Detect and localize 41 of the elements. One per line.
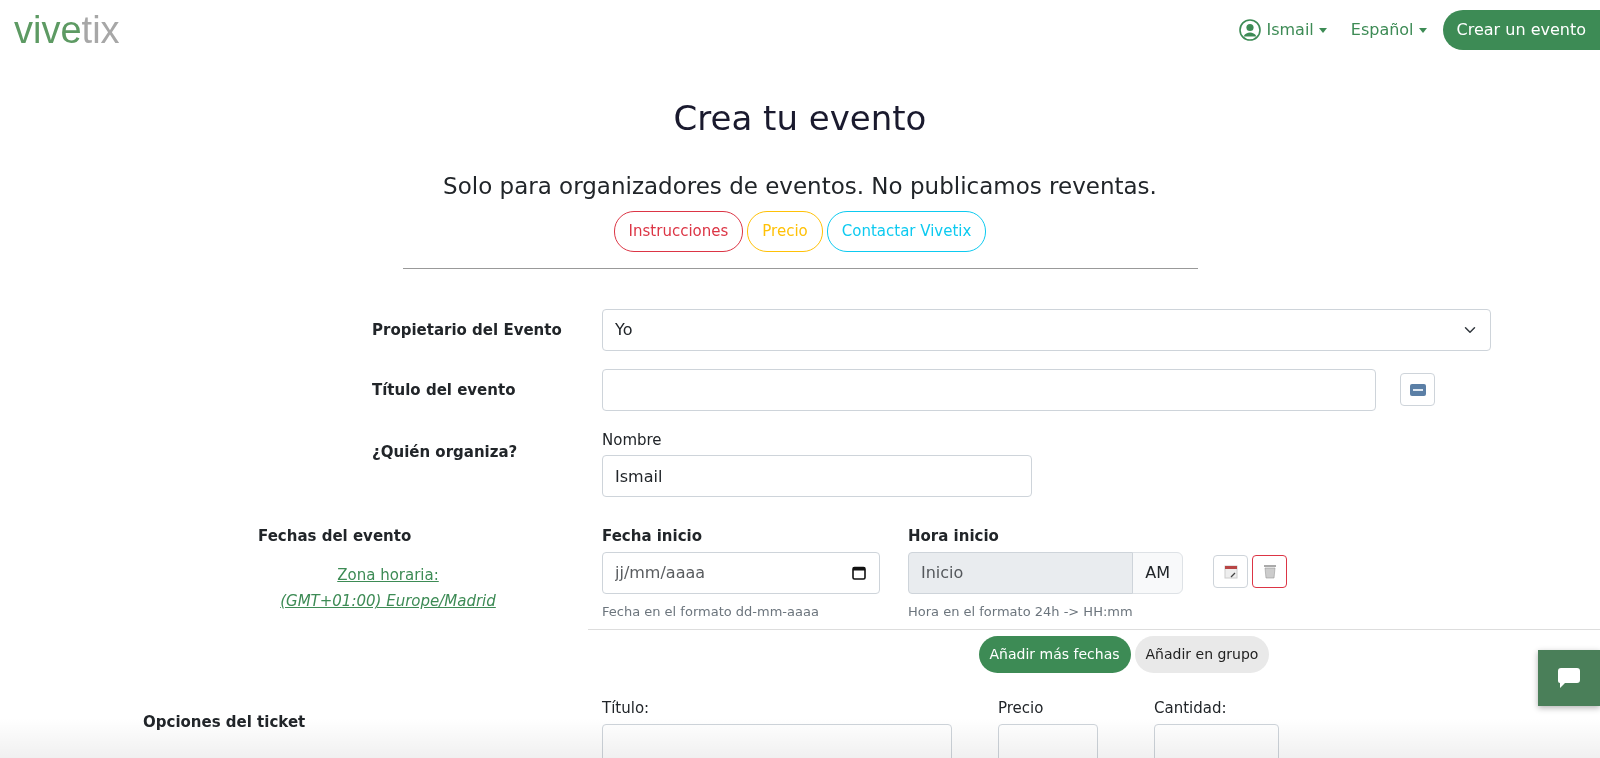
- page-title: Crea tu evento: [672, 98, 928, 139]
- chat-icon: [1557, 667, 1581, 689]
- column-label: Cantidad:: [1154, 698, 1228, 720]
- field-label: Propietario del Evento: [372, 320, 562, 339]
- time-suffix: AM: [1132, 551, 1183, 594]
- ticket-input[interactable]: [998, 723, 1098, 758]
- create-event-button[interactable]: Crear un evento: [1442, 10, 1600, 50]
- header-button[interactable]: Instrucciones: [613, 211, 744, 252]
- field-label: Hora inicio: [908, 526, 1000, 548]
- logo[interactable]: vivetix: [14, 11, 120, 49]
- name-label: Nombre: [602, 429, 663, 451]
- add-dates-button[interactable]: Añadir en grupo: [1134, 636, 1270, 674]
- ticket-input[interactable]: [602, 723, 952, 758]
- owner-select[interactable]: Yo: [602, 308, 1491, 351]
- title-input[interactable]: [602, 368, 1376, 411]
- ticket-input[interactable]: [1154, 723, 1279, 758]
- add-dates-button[interactable]: Añadir más fechas: [978, 636, 1131, 674]
- spellcheck-button[interactable]: [1400, 373, 1435, 407]
- calendar-icon[interactable]: [852, 565, 866, 580]
- timezone-link[interactable]: Zona horaria:: [258, 563, 518, 587]
- user-menu[interactable]: Ismail: [1239, 18, 1327, 42]
- field-label: Opciones del ticket: [143, 713, 306, 732]
- chat-button[interactable]: [1538, 650, 1600, 706]
- language-menu[interactable]: Español: [1350, 18, 1427, 42]
- user-icon: [1239, 19, 1262, 41]
- timezone-link[interactable]: (GMT+01:00) Europe/Madrid: [258, 590, 518, 613]
- field-label: Fecha inicio: [602, 526, 704, 548]
- name-input[interactable]: Ismail: [602, 455, 1032, 498]
- field-label: Fechas del evento: [258, 526, 413, 548]
- column-label: Precio: [998, 698, 1045, 720]
- field-label: ¿Quién organiza?: [372, 442, 518, 461]
- column-label: Título:: [602, 698, 651, 720]
- delete-button[interactable]: [1252, 555, 1287, 589]
- help-text: Fecha en el formato dd-mm-aaaa: [602, 602, 820, 621]
- field-label: Título del evento: [372, 380, 516, 399]
- calendar-icon: [1223, 564, 1238, 579]
- date-input[interactable]: jj/mm/aaaa: [602, 551, 880, 594]
- page-subtitle: Solo para organizadores de eventos. No publicamos reventas.: [442, 171, 1158, 201]
- trash-icon: [1262, 564, 1277, 580]
- calendar-button[interactable]: [1213, 555, 1248, 589]
- help-text: Hora en el formato 24h -> HH:mm: [908, 602, 1134, 621]
